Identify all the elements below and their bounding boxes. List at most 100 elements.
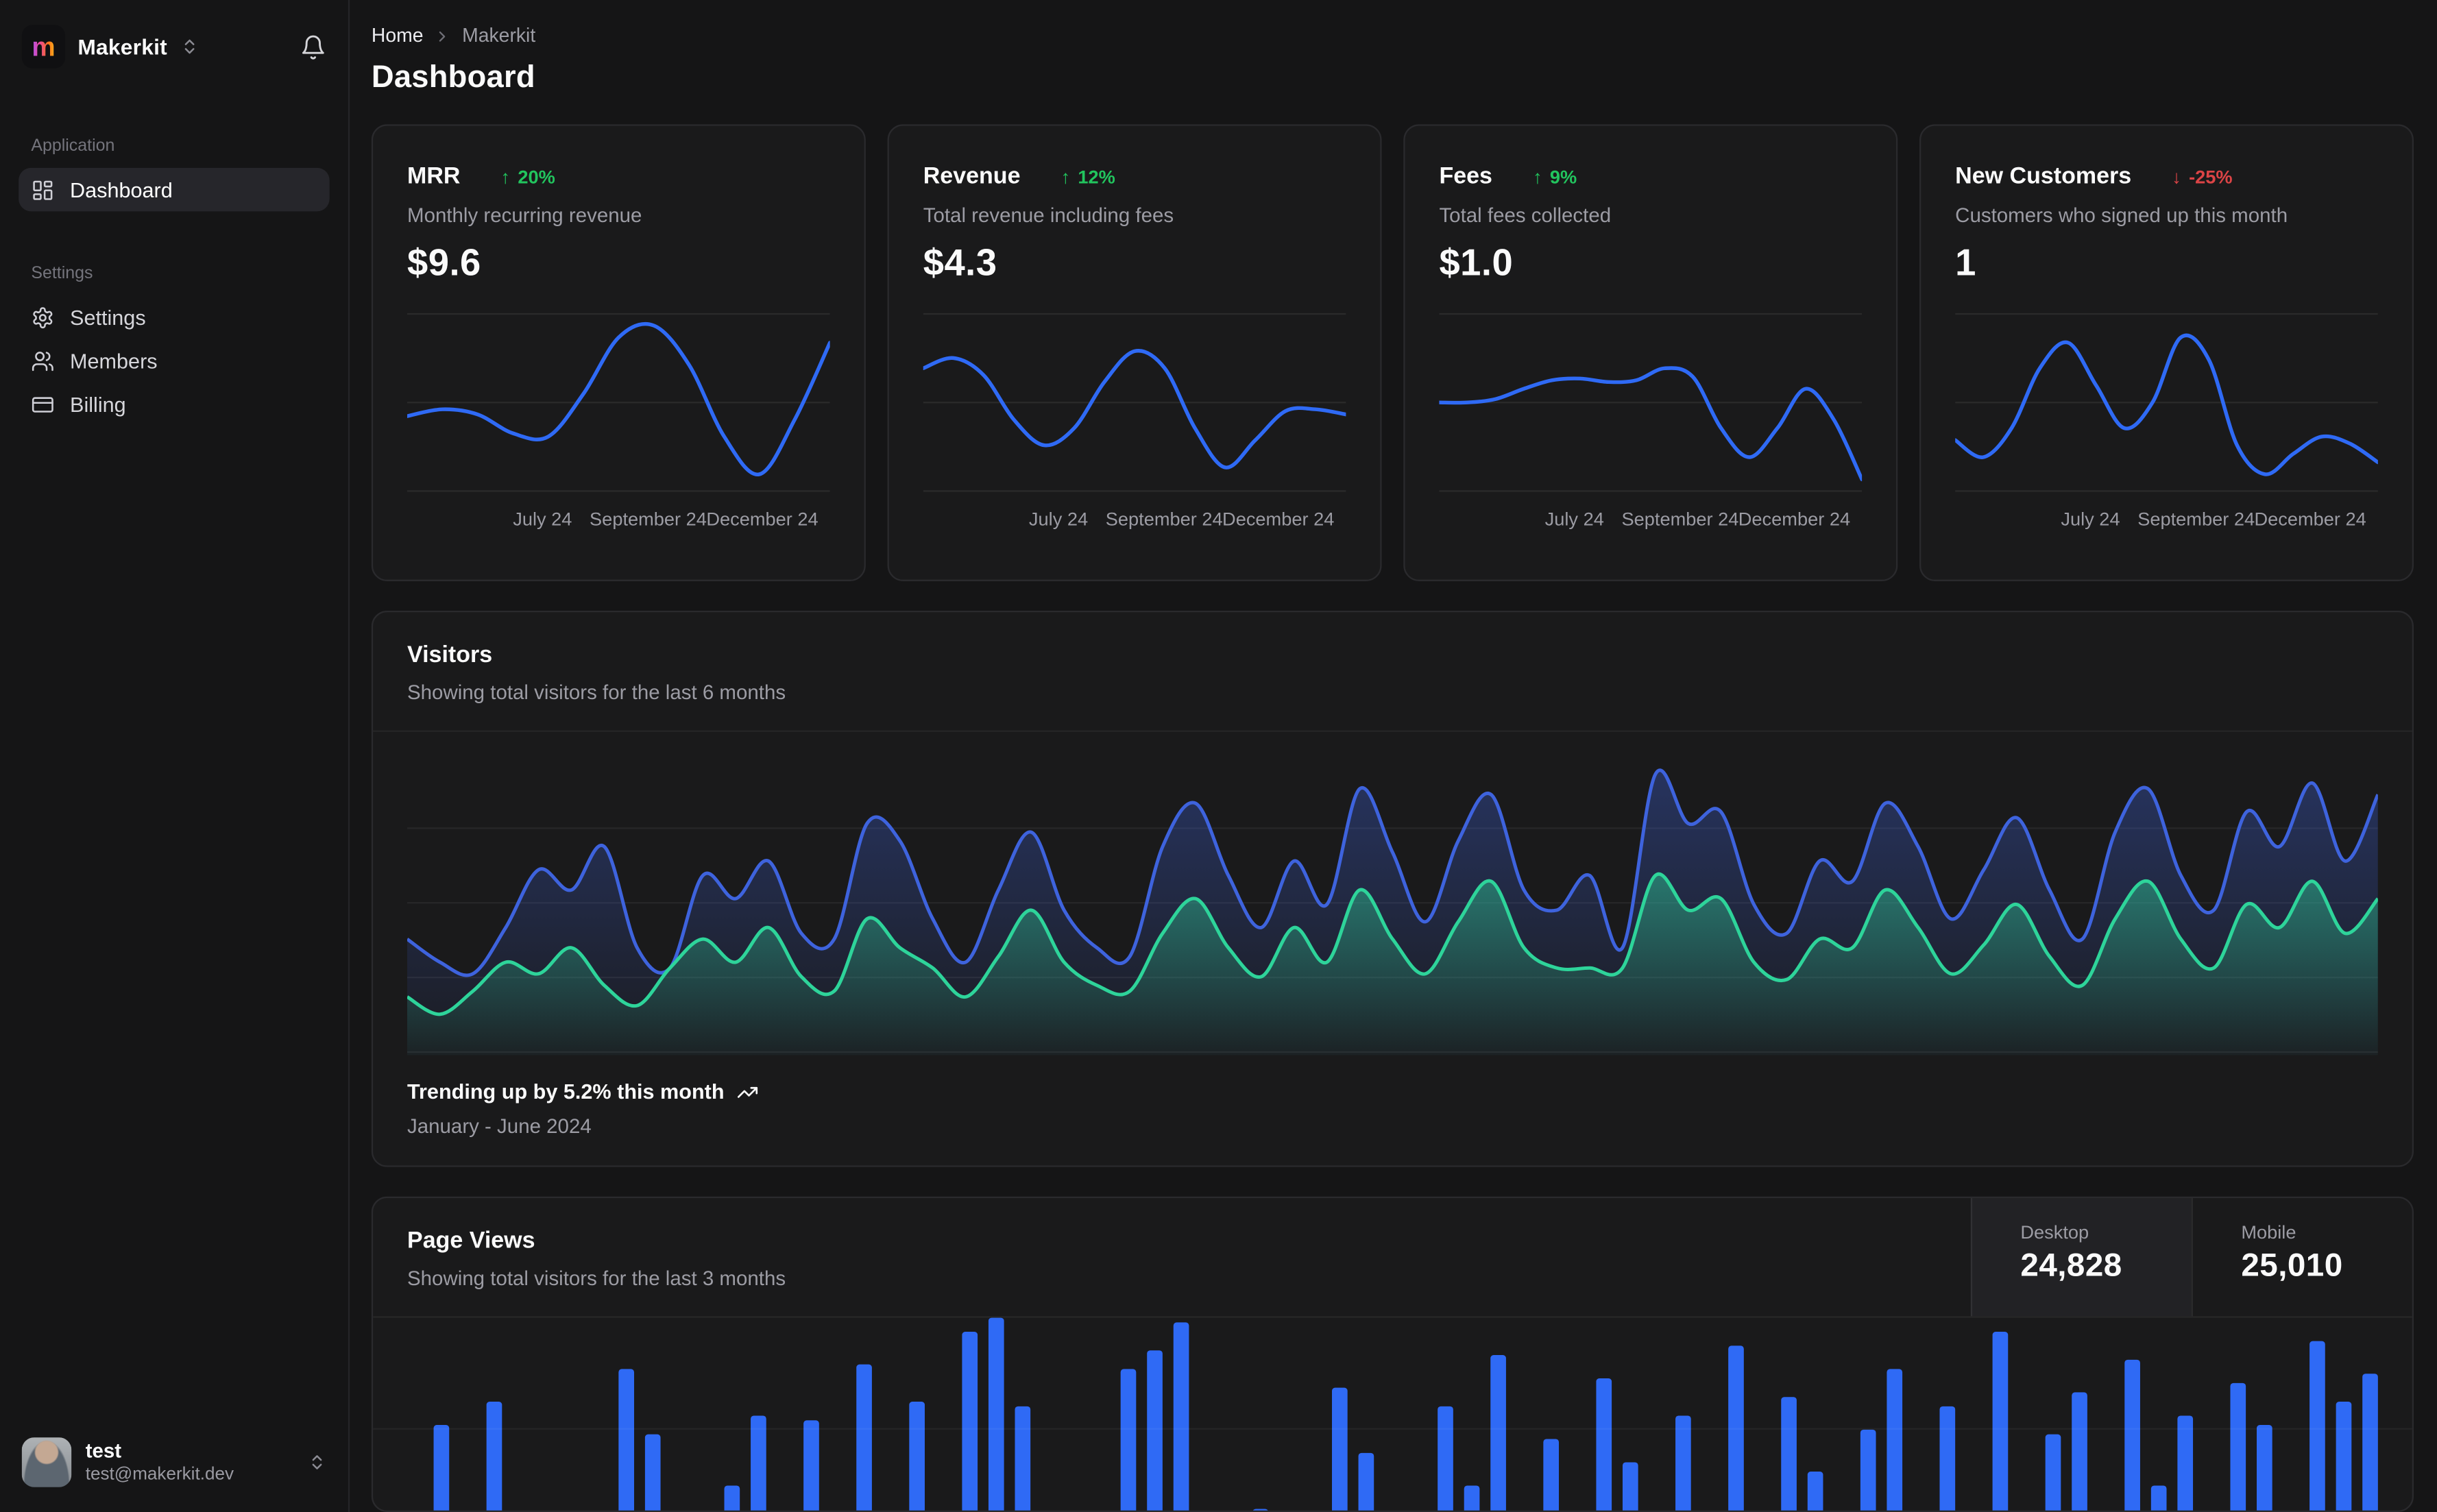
- page-views-header: Page Views Showing total visitors for th…: [373, 1198, 2412, 1318]
- stat-change-badge: ↓ -25%: [2172, 165, 2233, 188]
- sparkline-chart: [1439, 310, 1862, 494]
- page-views-bar: [1728, 1345, 1744, 1511]
- tab-desktop[interactable]: Desktop 24,828: [1970, 1198, 2192, 1317]
- page-views-bar: [1543, 1439, 1560, 1511]
- chevrons-up-down-icon: [180, 37, 198, 56]
- page-views-title: Page Views: [407, 1228, 535, 1254]
- page-views-bar: [1438, 1406, 1453, 1511]
- user-name: test: [85, 1438, 122, 1462]
- visitors-trend-text: Trending up by 5.2% this month: [407, 1080, 725, 1103]
- page-views-bar: [1464, 1485, 1480, 1511]
- page-views-bar: [1781, 1397, 1797, 1511]
- sparkline-chart: [1955, 310, 2378, 494]
- page-title: Dashboard: [371, 60, 535, 95]
- page-views-bar: [1120, 1369, 1137, 1511]
- page-views-bar: [751, 1415, 766, 1511]
- page-views-bar: [1490, 1355, 1506, 1511]
- page-views-card: Page Views Showing total visitors for th…: [371, 1196, 2414, 1512]
- breadcrumb-makerkit[interactable]: Makerkit: [462, 25, 535, 47]
- page-views-bar: [962, 1332, 978, 1511]
- stat-description: Total revenue including fees: [923, 204, 1174, 228]
- page-views-bar: [1173, 1322, 1189, 1511]
- stat-cards-row: MRR ↑ 20% Monthly recurring revenue $9.6 …: [371, 124, 2414, 581]
- sidebar-item-settings[interactable]: Settings: [19, 295, 329, 339]
- sparkline-chart: [407, 310, 830, 494]
- workspace-selector[interactable]: m Makerkit: [19, 22, 329, 72]
- page-views-bar: [2124, 1359, 2140, 1511]
- sparkline-path: [1955, 335, 2378, 474]
- sidebar-item-billing[interactable]: Billing: [19, 382, 329, 426]
- breadcrumb: Home Makerkit: [372, 25, 2414, 47]
- sparkline-path: [407, 324, 830, 475]
- arrow-up-icon: ↑: [1532, 165, 1542, 188]
- nav-section-settings: Settings: [31, 264, 93, 283]
- page-views-bar: [2336, 1402, 2352, 1511]
- page-views-bar: [644, 1434, 661, 1511]
- page-views-bar: [2072, 1392, 2087, 1511]
- stat-change-badge: ↑ 20%: [500, 165, 555, 188]
- page-views-bar-chart: [373, 1317, 2412, 1511]
- page-views-bar: [2230, 1382, 2246, 1511]
- visitors-footer: Trending up by 5.2% this month January -…: [373, 1055, 2412, 1165]
- tab-desktop-label: Desktop: [2020, 1221, 2089, 1243]
- stat-card-new-customers: New Customers ↓ -25% Customers who signed…: [1919, 124, 2414, 581]
- sidebar: m Makerkit Application Dashboard Setting…: [0, 0, 350, 1512]
- stat-change-badge: ↑ 12%: [1060, 165, 1115, 188]
- visitors-period: January - June 2024: [407, 1114, 592, 1138]
- page-views-bar: [2309, 1341, 2325, 1511]
- page-views-bar: [803, 1420, 819, 1511]
- page-views-bar: [1596, 1378, 1612, 1511]
- page-views-bar: [2150, 1485, 2167, 1511]
- main-content: Home Makerkit Dashboard MRR ↑ 20% Monthly…: [350, 0, 2437, 1512]
- stat-value: 1: [1955, 242, 1976, 284]
- chevrons-up-down-icon: [308, 1453, 326, 1472]
- user-menu[interactable]: test test@makerkit.dev: [19, 1435, 329, 1491]
- page-views-bar: [1622, 1462, 1638, 1511]
- visitors-area-chart: [407, 751, 2378, 1056]
- tab-mobile-value: 25,010: [2241, 1247, 2343, 1284]
- page-views-bar: [909, 1402, 925, 1511]
- page-views-bar: [433, 1425, 450, 1511]
- stat-value: $9.6: [407, 242, 481, 284]
- sidebar-item-label: Billing: [70, 392, 126, 416]
- page-views-bar: [1860, 1429, 1876, 1511]
- stat-description: Monthly recurring revenue: [407, 204, 642, 228]
- page-views-bar: [1358, 1452, 1374, 1511]
- x-axis-labels: July 24 September 24 December 24: [1028, 508, 1335, 531]
- makerkit-logo: m: [21, 25, 66, 69]
- arrow-down-icon: ↓: [2172, 165, 2181, 188]
- stat-title: Revenue: [923, 163, 1021, 190]
- gear-icon: [31, 306, 54, 329]
- sidebar-item-members[interactable]: Members: [19, 339, 329, 382]
- sidebar-item-dashboard[interactable]: Dashboard: [19, 167, 330, 212]
- workspace-name: Makerkit: [77, 34, 167, 60]
- visitors-title: Visitors: [407, 642, 493, 668]
- tab-mobile-label: Mobile: [2241, 1221, 2296, 1243]
- page-views-bar: [2362, 1374, 2378, 1511]
- page-views-subtitle: Showing total visitors for the last 3 mo…: [407, 1266, 786, 1290]
- visitors-card: Visitors Showing total visitors for the …: [371, 611, 2414, 1167]
- nav-section-application: Application: [31, 136, 115, 156]
- page-views-bar: [486, 1402, 502, 1511]
- page-views-bar: [724, 1485, 740, 1511]
- sidebar-item-label: Settings: [70, 305, 146, 329]
- page-views-bar: [2045, 1434, 2061, 1511]
- stat-card-revenue: Revenue ↑ 12% Total revenue including fee…: [887, 124, 1382, 581]
- page-views-bar: [2177, 1415, 2194, 1511]
- breadcrumb-home[interactable]: Home: [372, 25, 424, 47]
- x-axis-labels: July 24 September 24 December 24: [2061, 508, 2366, 531]
- avatar: [21, 1437, 72, 1487]
- sidebar-item-label: Dashboard: [70, 178, 173, 202]
- stat-value: $4.3: [923, 242, 997, 284]
- tab-mobile[interactable]: Mobile 25,010: [2191, 1198, 2412, 1317]
- chevron-right-icon: [434, 27, 451, 45]
- arrow-up-icon: ↑: [500, 165, 511, 188]
- page-views-bar: [1252, 1509, 1269, 1511]
- page-views-bar: [1015, 1406, 1031, 1511]
- notifications-bell-icon[interactable]: [300, 34, 327, 60]
- dashboard-icon: [31, 178, 54, 202]
- sparkline-path: [1439, 368, 1862, 480]
- app-window: m Makerkit Application Dashboard Setting…: [0, 0, 2437, 1512]
- stat-title: Fees: [1439, 163, 1492, 190]
- stat-description: Customers who signed up this month: [1955, 204, 2288, 228]
